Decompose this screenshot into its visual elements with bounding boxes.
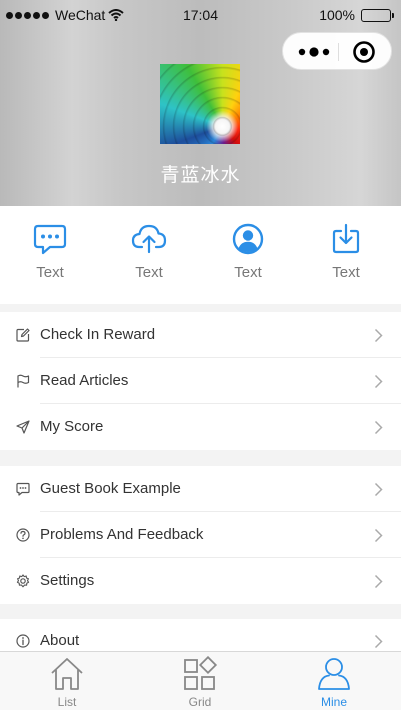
- quick-action-label: Text: [135, 264, 163, 281]
- menu-group-rewards: Check In Reward Read Articles My Score: [0, 312, 401, 450]
- menu-item-label: Problems And Feedback: [40, 526, 204, 543]
- chevron-right-icon: [374, 482, 383, 497]
- quick-action-label: Text: [332, 264, 360, 281]
- menu-item-check-in-reward[interactable]: Check In Reward: [0, 312, 401, 358]
- profile-name: 青蓝冰水: [160, 165, 241, 186]
- quick-action-download[interactable]: Text: [296, 223, 396, 281]
- message-icon: [16, 482, 30, 496]
- chevron-right-icon: [374, 528, 383, 543]
- chevron-right-icon: [374, 420, 383, 435]
- flag-icon: [17, 374, 30, 388]
- user-circle-icon: [232, 223, 264, 255]
- menu-item-read-articles[interactable]: Read Articles: [0, 358, 401, 404]
- profile-header: WeChat 17:04 100% 青蓝冰水: [0, 0, 401, 206]
- chevron-right-icon: [374, 328, 383, 343]
- capsule-divider: [338, 43, 339, 61]
- menu-group-about: About: [0, 619, 401, 651]
- menu-item-label: About: [40, 632, 80, 649]
- quick-action-label: Text: [234, 264, 262, 281]
- info-icon: [16, 634, 30, 648]
- avatar[interactable]: [160, 64, 240, 144]
- status-bar: WeChat 17:04 100%: [0, 0, 401, 32]
- quick-action-upload[interactable]: Text: [99, 223, 199, 281]
- chevron-right-icon: [374, 374, 383, 389]
- download-icon: [332, 223, 360, 254]
- menu-item-my-score[interactable]: My Score: [0, 404, 401, 450]
- quick-actions: Text Text Text Text: [0, 206, 401, 304]
- tab-bar: List Grid Mine: [0, 651, 401, 710]
- more-icon[interactable]: [296, 42, 336, 62]
- chevron-right-icon: [374, 634, 383, 649]
- home-icon: [51, 658, 83, 690]
- edit-icon: [16, 328, 30, 342]
- tab-grid[interactable]: Grid: [133, 656, 267, 709]
- menu-item-about[interactable]: About: [0, 619, 401, 651]
- menu-group-support: Guest Book Example Problems And Feedback…: [0, 466, 401, 604]
- menu-item-label: My Score: [40, 418, 104, 435]
- quick-action-user[interactable]: Text: [198, 223, 298, 281]
- tab-label: Mine: [320, 695, 347, 709]
- mini-program-capsule: [282, 32, 392, 70]
- grid-icon: [184, 656, 218, 690]
- menu-item-problems-feedback[interactable]: Problems And Feedback: [0, 512, 401, 558]
- close-target-icon[interactable]: [352, 40, 376, 64]
- battery-percent: 100%: [319, 7, 355, 23]
- battery-icon: [361, 8, 394, 22]
- menu-item-settings[interactable]: Settings: [0, 558, 401, 604]
- quick-action-chat[interactable]: Text: [0, 223, 100, 281]
- menu-item-label: Settings: [40, 572, 95, 589]
- tab-label: Grid: [188, 695, 212, 709]
- chevron-right-icon: [374, 574, 383, 589]
- menu-item-label: Guest Book Example: [40, 480, 181, 497]
- tab-list[interactable]: List: [0, 656, 134, 709]
- cloud-upload-icon: [131, 224, 167, 254]
- quick-action-label: Text: [36, 264, 64, 281]
- tab-mine[interactable]: Mine: [267, 656, 401, 709]
- menu-item-label: Check In Reward: [40, 326, 156, 343]
- menu-item-label: Read Articles: [40, 372, 129, 389]
- help-circle-icon: [16, 528, 30, 542]
- user-icon: [318, 658, 350, 690]
- send-icon: [16, 420, 30, 434]
- chat-bubble-icon: [33, 224, 67, 255]
- tab-label: List: [57, 695, 77, 709]
- gear-icon: [16, 574, 30, 588]
- menu-item-guest-book[interactable]: Guest Book Example: [0, 466, 401, 512]
